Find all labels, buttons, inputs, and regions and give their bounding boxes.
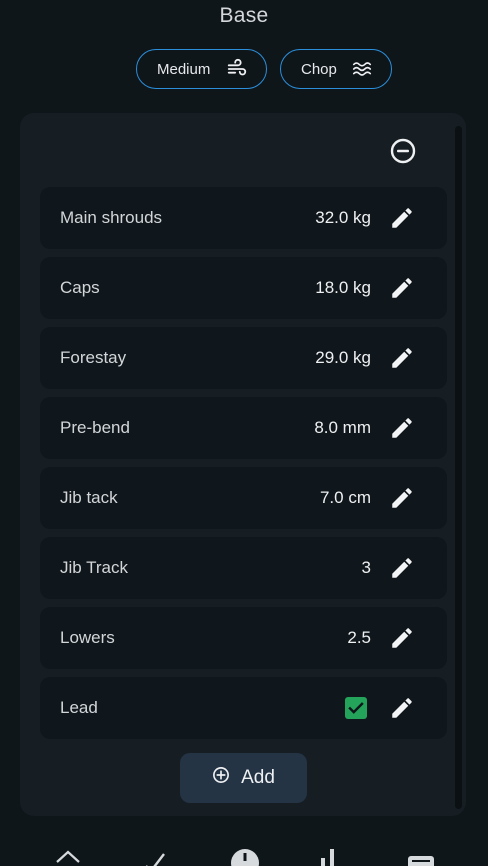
- setting-row-caps: Caps 18.0 kg: [40, 257, 447, 319]
- setting-value: 2.5: [347, 628, 371, 647]
- setting-row-jib-track: Jib Track 3: [40, 537, 447, 599]
- add-button[interactable]: Add: [180, 753, 307, 803]
- wind-icon: [226, 58, 248, 80]
- minus-circle-icon[interactable]: [389, 137, 417, 165]
- setting-value: 29.0 kg: [315, 348, 371, 367]
- bottom-nav: [0, 848, 488, 866]
- wind-condition-label: Medium: [157, 60, 211, 78]
- pencil-icon[interactable]: [389, 415, 415, 441]
- plus-circle-icon: [212, 766, 230, 790]
- setting-value: 8.0 mm: [314, 418, 371, 437]
- waves-icon: [351, 58, 373, 80]
- pencil-icon[interactable]: [389, 695, 415, 721]
- setting-value: 7.0 cm: [319, 488, 371, 507]
- setting-row-jib-tack: Jib tack 7.0 cm: [40, 467, 447, 529]
- lead-checkbox[interactable]: [345, 697, 367, 719]
- setting-row-main-shrouds: Main shrouds 32.0 kg: [40, 187, 447, 249]
- setting-row-lead: Lead: [40, 677, 447, 739]
- pencil-icon[interactable]: [389, 345, 415, 371]
- setting-row-forestay: Forestay 29.0 kg: [40, 327, 447, 389]
- sea-condition-label: Chop: [301, 60, 337, 78]
- setting-label: Lead: [60, 698, 98, 717]
- pencil-icon[interactable]: [389, 275, 415, 301]
- page-title: Base: [219, 4, 269, 27]
- setting-value: 32.0 kg: [315, 208, 371, 227]
- checklist-icon[interactable]: [144, 848, 172, 866]
- pencil-icon[interactable]: [389, 485, 415, 511]
- add-button-label: Add: [241, 767, 275, 788]
- setting-label: Caps: [60, 278, 100, 297]
- setting-label: Main shrouds: [60, 208, 163, 227]
- conditions-chips: Medium Chop: [136, 49, 392, 89]
- setting-row-lowers: Lowers 2.5: [40, 607, 447, 669]
- chart-icon[interactable]: [318, 848, 346, 866]
- setting-label: Pre-bend: [60, 418, 130, 437]
- setting-label: Jib tack: [60, 488, 118, 507]
- setting-label: Jib Track: [60, 558, 129, 577]
- add-circle-icon[interactable]: [230, 848, 260, 866]
- check-icon: [348, 702, 364, 714]
- sea-condition-chip[interactable]: Chop: [280, 49, 392, 89]
- scrollbar[interactable]: [455, 126, 462, 809]
- setting-label: Lowers: [60, 628, 115, 647]
- home-icon[interactable]: [54, 848, 82, 866]
- pencil-icon[interactable]: [389, 555, 415, 581]
- pencil-icon[interactable]: [389, 205, 415, 231]
- setting-value: 3: [361, 558, 371, 577]
- setting-label: Forestay: [60, 348, 127, 367]
- wind-condition-chip[interactable]: Medium: [136, 49, 267, 89]
- setting-value: 18.0 kg: [315, 278, 371, 297]
- notes-icon[interactable]: [407, 848, 435, 866]
- pencil-icon[interactable]: [389, 625, 415, 651]
- setting-row-pre-bend: Pre-bend 8.0 mm: [40, 397, 447, 459]
